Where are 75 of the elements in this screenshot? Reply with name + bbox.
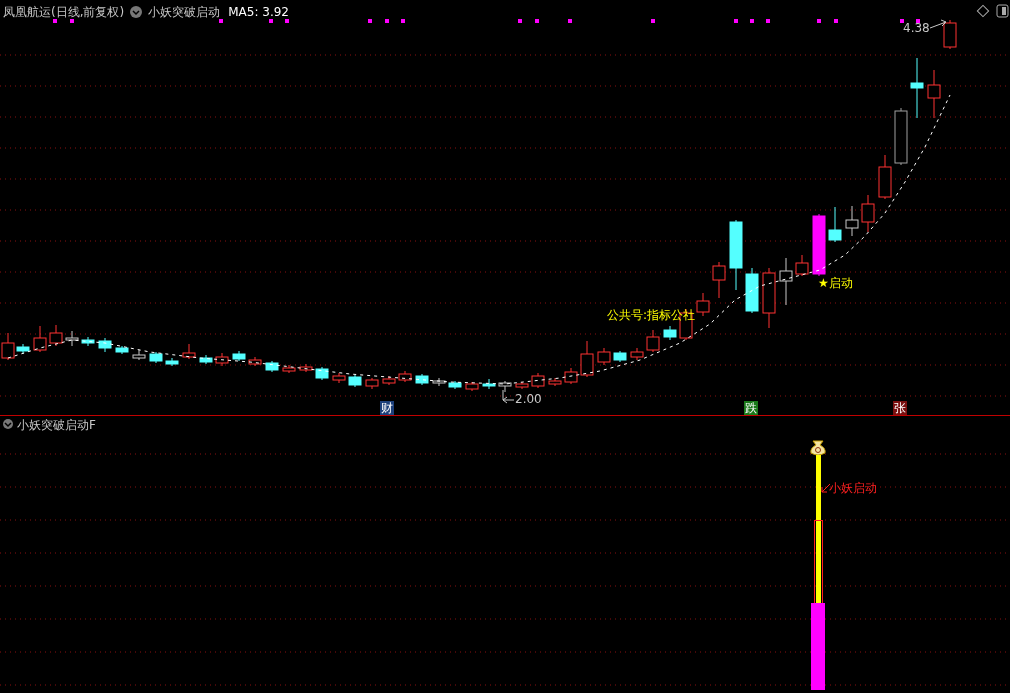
candlestick	[548, 377, 562, 387]
money-bag-icon	[810, 440, 826, 456]
candlestick	[828, 206, 842, 243]
candlestick	[398, 370, 412, 383]
candlestick	[696, 292, 710, 317]
indicator-title: 小妖突破启动	[148, 4, 221, 20]
candlestick	[646, 329, 660, 353]
candlestick	[729, 219, 743, 291]
chart-annotation: ★启动	[818, 275, 853, 292]
candlestick	[232, 350, 246, 362]
panel-toggle-icon[interactable]	[996, 4, 1009, 18]
candlestick	[81, 336, 95, 347]
candlestick	[498, 380, 512, 393]
candlestick	[482, 378, 496, 390]
candlestick	[149, 351, 163, 364]
candlestick	[465, 381, 479, 392]
candlestick	[165, 357, 179, 367]
candlestick	[65, 330, 79, 347]
arrow-icon	[821, 483, 831, 493]
candlestick	[299, 363, 313, 373]
candlestick	[812, 213, 826, 277]
candlestick	[248, 356, 262, 367]
stock-title: 凤凰航运(日线,前复权)	[3, 4, 125, 20]
arrow-icon	[929, 19, 947, 29]
event-marker: 跌	[744, 401, 758, 415]
candlestick	[33, 325, 47, 353]
settings-icon[interactable]	[976, 4, 990, 18]
ma-label: MA5: 3.92	[228, 4, 289, 20]
candlestick	[663, 325, 677, 341]
candlestick	[282, 364, 296, 374]
candlestick	[49, 324, 63, 347]
candlestick	[878, 154, 892, 200]
dropdown-icon[interactable]	[130, 6, 143, 18]
candlestick	[98, 337, 112, 353]
candlestick	[265, 360, 279, 373]
candlestick	[779, 257, 793, 306]
event-marker: 财	[380, 401, 394, 415]
candlestick	[132, 349, 146, 361]
dropdown-icon[interactable]	[3, 419, 13, 429]
candlestick	[630, 347, 644, 361]
candlestick	[448, 380, 462, 390]
arrow-icon	[502, 389, 515, 404]
candlestick	[861, 194, 875, 233]
candlestick	[432, 377, 446, 387]
candlestick	[182, 343, 196, 360]
candlestick	[515, 381, 529, 390]
candlestick	[927, 69, 941, 119]
candlestick	[365, 377, 379, 390]
candlestick	[745, 267, 759, 314]
event-marker: 张	[893, 401, 907, 415]
candlestick	[564, 367, 578, 385]
candlestick	[597, 347, 611, 366]
candlestick	[845, 205, 859, 237]
candlestick	[894, 107, 908, 166]
candlestick	[910, 57, 924, 119]
candlestick	[613, 350, 627, 363]
signal-label: 小妖启动	[829, 480, 877, 496]
indicator-title: 小妖突破启动F	[17, 417, 96, 433]
candlestick	[382, 375, 396, 386]
candlestick	[348, 374, 362, 388]
candlestick	[415, 373, 429, 386]
candlestick	[531, 372, 545, 389]
candlestick	[115, 345, 129, 355]
candlestick	[943, 19, 957, 50]
candlestick	[332, 372, 346, 384]
chart-annotation: 公共号:指标公社	[607, 307, 696, 324]
candlestick	[199, 354, 213, 365]
candlestick	[215, 352, 229, 367]
price-label: 4.38	[903, 20, 930, 36]
candlestick	[580, 340, 594, 378]
candlestick	[712, 261, 726, 299]
price-label: 2.00	[515, 391, 542, 407]
candlestick	[315, 366, 329, 381]
candlestick	[795, 254, 809, 277]
candlestick	[762, 267, 776, 329]
